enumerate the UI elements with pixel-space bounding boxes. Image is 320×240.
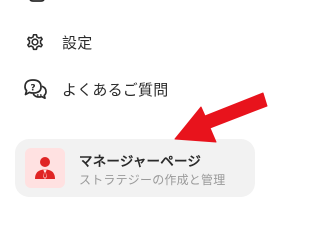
menu-item-settings[interactable]: 設定	[22, 25, 92, 59]
chat-bubbles-question-icon: ?	[22, 76, 48, 102]
menu-item-label: 設定	[62, 33, 93, 52]
manager-page-card[interactable]: マネージャーページ ストラテジーの作成と管理	[15, 139, 255, 197]
svg-text:?: ?	[30, 83, 35, 93]
manager-page-subtitle: ストラテジーの作成と管理	[79, 173, 226, 187]
partial-top-icon	[29, 0, 45, 2]
manager-person-icon	[25, 148, 65, 188]
manager-page-title: マネージャーページ	[79, 154, 202, 170]
gear-icon	[22, 29, 48, 55]
menu-item-faq[interactable]: ? よくあるご質問	[22, 72, 168, 106]
menu-item-label: よくあるご質問	[62, 80, 169, 99]
